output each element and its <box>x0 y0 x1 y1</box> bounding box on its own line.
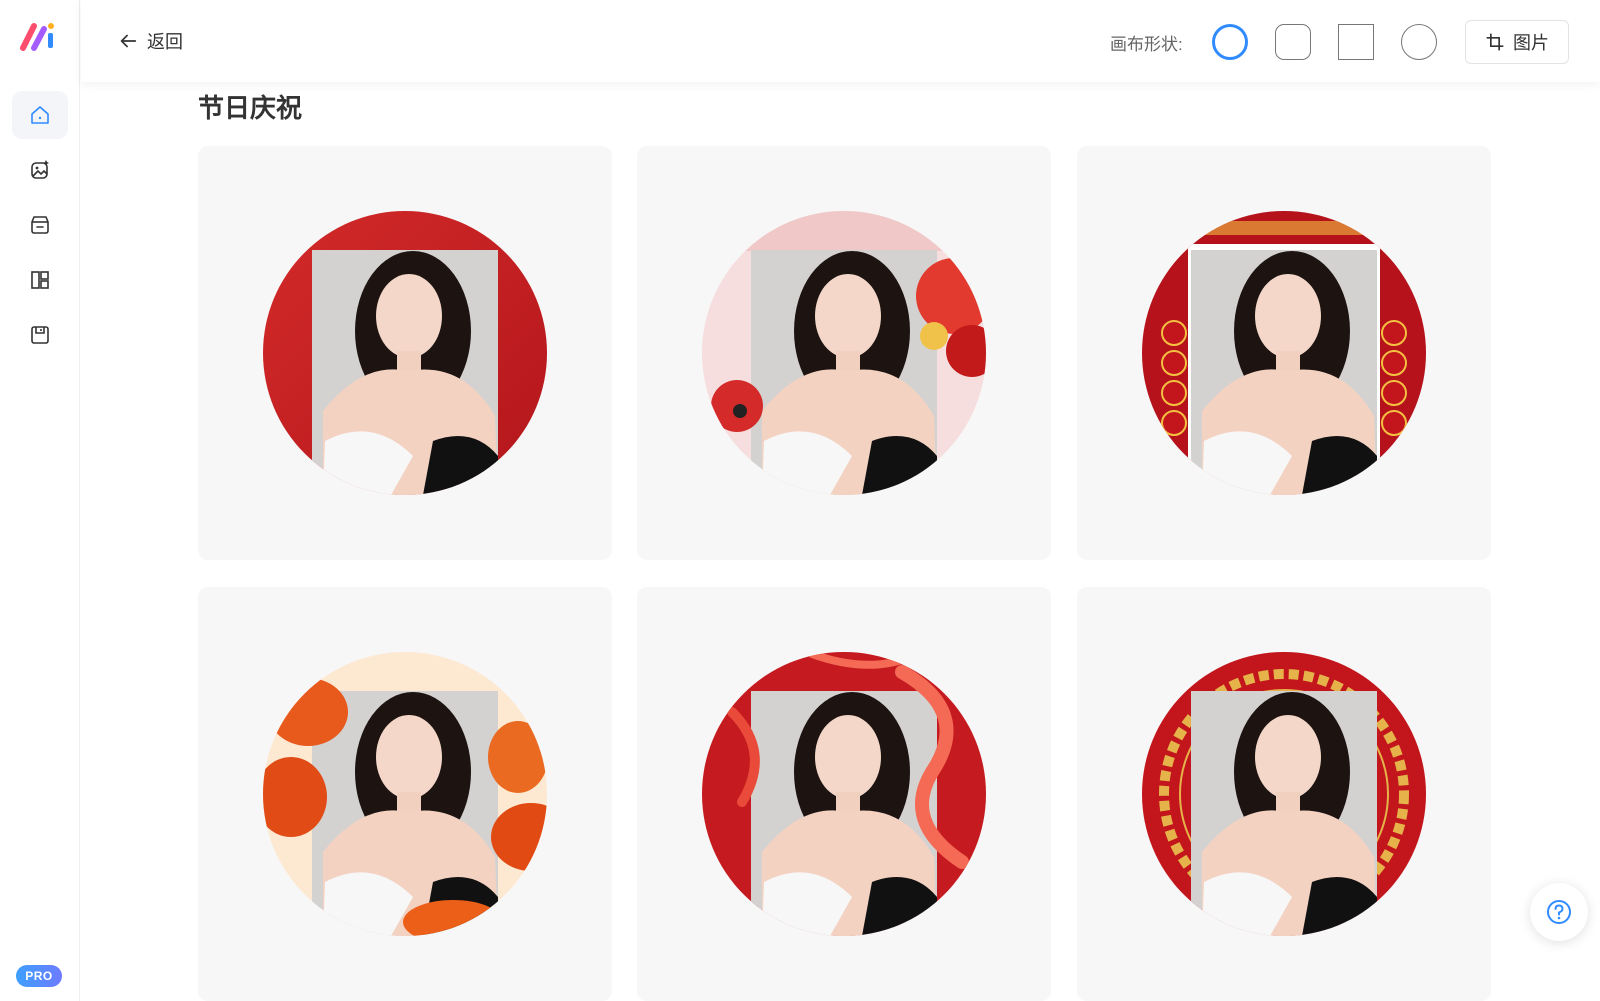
section-title: 节日庆祝 <box>198 94 303 124</box>
template-preview <box>1142 652 1426 936</box>
image-crop-button[interactable]: 图片 <box>1465 20 1569 64</box>
back-button[interactable]: 返回 <box>117 27 183 55</box>
sidebar-item-image-edit[interactable] <box>12 146 68 194</box>
template-preview <box>263 652 547 936</box>
template-preview <box>702 652 986 936</box>
sidebar-item-save[interactable] <box>12 311 68 359</box>
sidebar-item-home[interactable] <box>12 91 68 139</box>
shape-option-rounded-square[interactable] <box>1275 24 1311 60</box>
template-preview <box>1142 211 1426 495</box>
canvas-shape-label: 画布形状: <box>1110 35 1183 54</box>
template-card-lion-dance[interactable] <box>637 146 1051 560</box>
template-preview <box>263 211 547 495</box>
box-icon <box>31 216 49 234</box>
image-button-label: 图片 <box>1513 33 1549 53</box>
layout-icon <box>31 271 49 289</box>
shape-option-circle[interactable] <box>1212 24 1248 60</box>
top-toolbar: 返回 画布形状: 图片 <box>81 0 1600 82</box>
portrait-photo <box>1191 250 1377 495</box>
template-card-red-ribbons[interactable] <box>637 587 1051 1001</box>
sidebar: PRO <box>0 0 80 1001</box>
pro-badge[interactable]: PRO <box>16 965 62 987</box>
template-card-greeting-couplets[interactable] <box>1077 146 1491 560</box>
save-icon <box>31 326 49 344</box>
sidebar-item-box[interactable] <box>12 201 68 249</box>
back-button-label: 返回 <box>147 32 183 52</box>
question-mark-icon <box>1547 900 1571 924</box>
portrait-photo <box>312 250 498 495</box>
template-card-red-frame[interactable] <box>198 146 612 560</box>
portrait-photo <box>751 250 937 495</box>
ai-logo-icon[interactable] <box>20 20 60 52</box>
template-preview <box>702 211 986 495</box>
shape-option-circle-outline[interactable] <box>1401 24 1437 60</box>
sidebar-item-layout[interactable] <box>12 256 68 304</box>
arrow-left-icon <box>120 34 137 48</box>
crop-icon <box>1486 33 1504 51</box>
template-card-golden-pattern[interactable] <box>1077 587 1491 1001</box>
image-edit-icon <box>31 160 49 179</box>
portrait-photo <box>1191 691 1377 936</box>
shape-option-square[interactable] <box>1338 24 1374 60</box>
portrait-photo <box>751 691 937 936</box>
help-button[interactable] <box>1530 883 1588 941</box>
template-card-lanterns[interactable] <box>198 587 612 1001</box>
home-icon <box>31 106 49 124</box>
